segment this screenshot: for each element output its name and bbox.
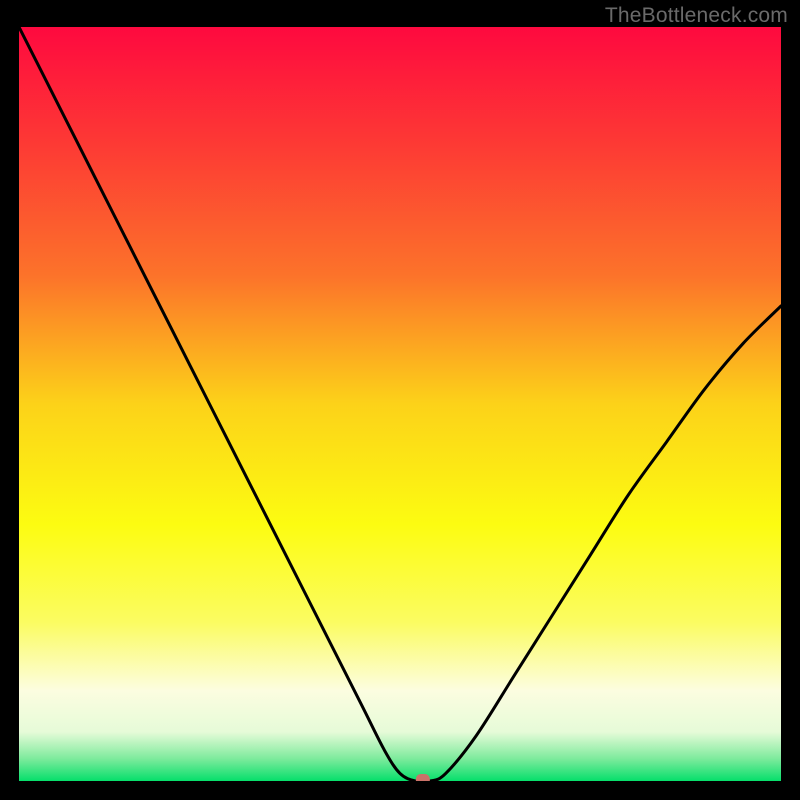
- marker-dot: [416, 774, 430, 781]
- chart-plot-area: [19, 27, 781, 781]
- chart-container: TheBottleneck.com: [0, 0, 800, 800]
- chart-svg: [19, 27, 781, 781]
- watermark-text: TheBottleneck.com: [605, 4, 788, 28]
- gradient-background: [19, 27, 781, 781]
